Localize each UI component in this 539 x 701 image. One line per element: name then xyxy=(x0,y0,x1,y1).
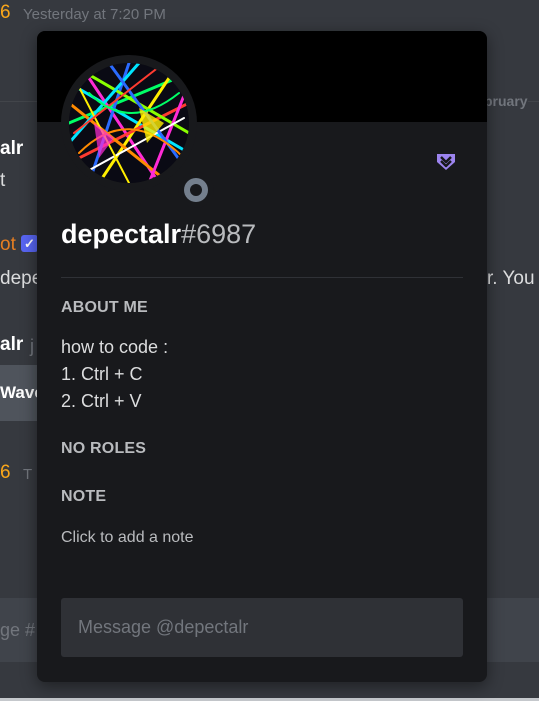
offline-status-icon xyxy=(184,178,208,202)
discriminator: #6987 xyxy=(181,219,257,249)
note-input[interactable]: Click to add a note xyxy=(61,529,194,547)
direct-message-input[interactable] xyxy=(61,598,463,657)
channel-input-placeholder: ge # xyxy=(0,620,36,640)
avatar-image xyxy=(69,63,189,183)
message-timestamp-2: T xyxy=(23,466,33,483)
bot-author[interactable]: ot xyxy=(0,234,16,256)
message-number-fragment-2: 6 xyxy=(0,462,11,483)
note-title: NOTE xyxy=(61,488,107,505)
about-me-line-3: 2. Ctrl + V xyxy=(61,391,142,411)
message-text: t xyxy=(0,170,6,191)
about-me-line-2: 1. Ctrl + C xyxy=(61,364,143,384)
about-me-line-1: how to code : xyxy=(61,337,169,357)
date-divider-label: bruary xyxy=(482,93,528,109)
join-author[interactable]: alr xyxy=(0,334,23,356)
profile-divider xyxy=(61,277,463,278)
avatar-frame xyxy=(61,55,214,208)
join-text: j xyxy=(30,336,34,356)
profile-username[interactable]: depectalr#6987 xyxy=(61,219,256,250)
roles-title: NO ROLES xyxy=(61,440,147,457)
message-timestamp: Yesterday at 7:20 PM xyxy=(23,6,166,23)
verified-bot-icon: ✓ xyxy=(21,235,38,252)
hypesquad-icon[interactable] xyxy=(435,151,457,173)
message-number-fragment: 6 xyxy=(0,2,11,23)
username-text: depectalr xyxy=(61,219,182,249)
avatar[interactable] xyxy=(69,63,189,183)
about-me-title: ABOUT ME xyxy=(61,299,148,316)
bot-message-left: depe xyxy=(0,268,43,289)
user-profile-popout: depectalr#6987 ABOUT ME how to code : 1.… xyxy=(37,31,487,682)
message-author[interactable]: alr xyxy=(0,138,23,160)
status-indicator xyxy=(178,172,214,208)
bot-message-right: r. You xyxy=(487,268,535,289)
